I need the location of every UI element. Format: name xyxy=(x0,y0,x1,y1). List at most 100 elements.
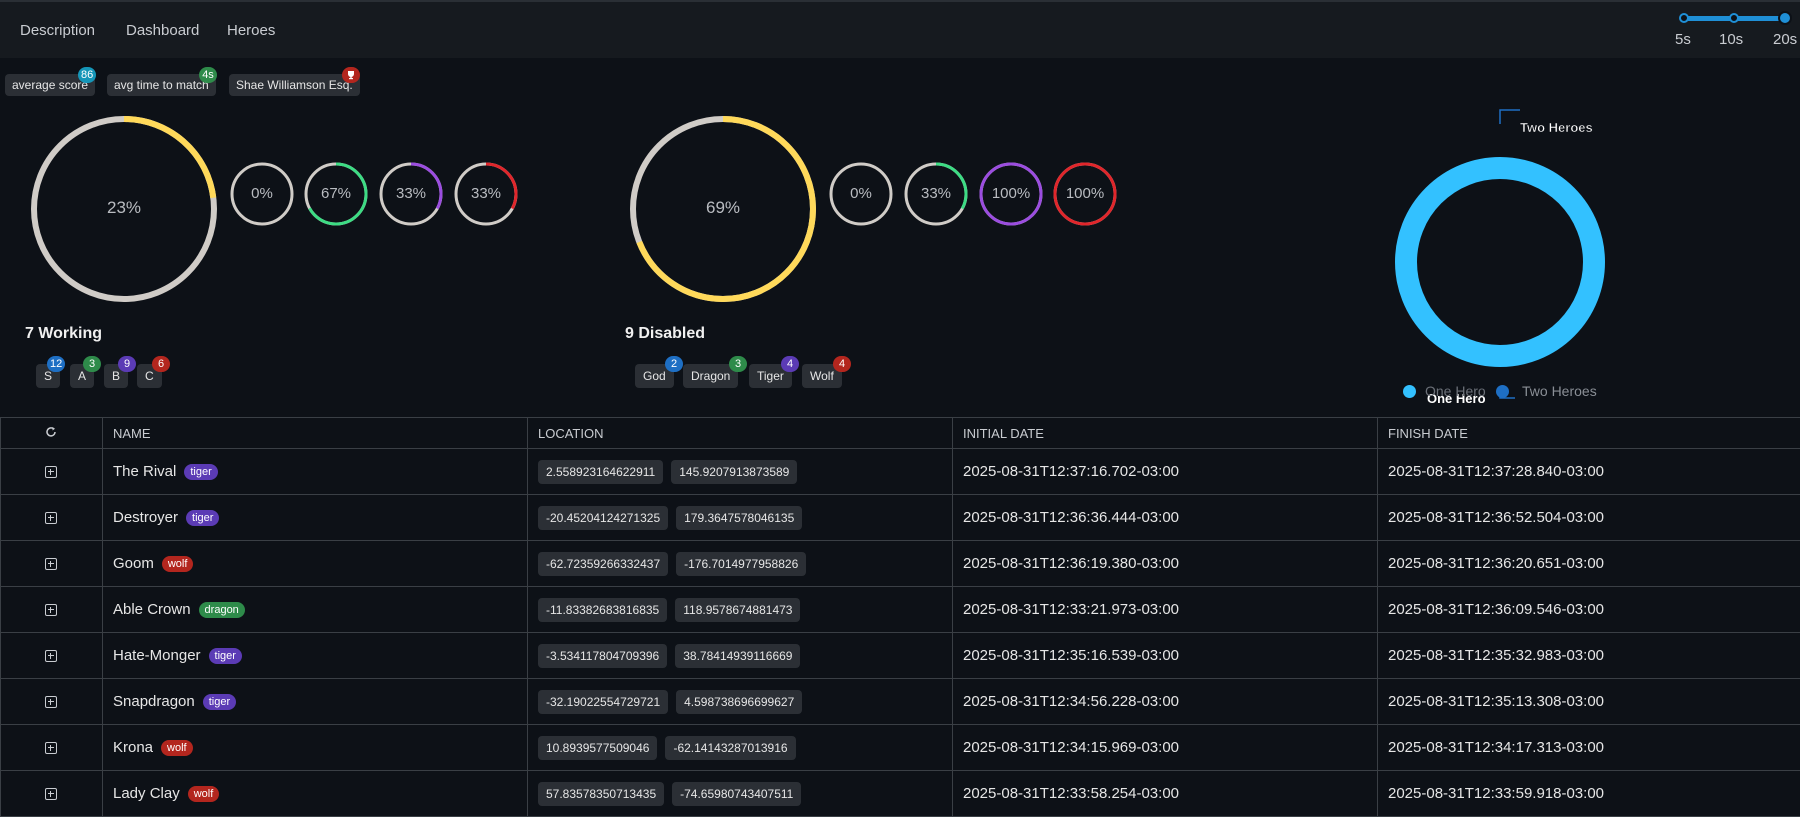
hero-name: Goom xyxy=(113,554,154,572)
expand-icon xyxy=(45,604,57,617)
hero-tag: wolf xyxy=(187,786,220,803)
donut-slices xyxy=(1395,157,1605,367)
class-wolf-badge: 4 xyxy=(833,356,851,372)
top-navbar: Description Dashboard Heroes 5s 10s 20s xyxy=(0,0,1800,58)
hero-name: Destroyer xyxy=(113,508,179,526)
expand-row-button[interactable] xyxy=(0,494,103,541)
slider-stop-5s[interactable] xyxy=(1679,13,1689,23)
class-god-label: God xyxy=(643,369,666,383)
grade-b-label: B xyxy=(112,369,121,383)
refresh-icon[interactable] xyxy=(0,417,103,449)
slider-stop-10s[interactable] xyxy=(1729,13,1739,23)
hero-name-cell: Hate-Monger tiger xyxy=(102,632,528,679)
longitude-chip: 4.598738696699627 xyxy=(676,689,803,714)
working-ring-1-label: 0% xyxy=(251,185,273,202)
nav-dashboard[interactable]: Dashboard xyxy=(126,22,199,39)
disabled-ring-2-label: 33% xyxy=(920,185,952,202)
longitude-chip: -176.7014977958826 xyxy=(676,551,807,576)
expand-row-button[interactable] xyxy=(0,586,103,633)
expand-row-button[interactable] xyxy=(0,724,103,771)
table-row: Goom wolf -62.72359266332437 -176.70149779… xyxy=(0,540,1800,587)
expand-row-button[interactable] xyxy=(0,770,103,817)
initial-date-cell: 2025-08-31T12:34:15.969-03:00 xyxy=(952,724,1378,771)
class-wolf-label: Wolf xyxy=(810,369,834,383)
initial-date-cell: 2025-08-31T12:36:19.380-03:00 xyxy=(952,540,1378,587)
donut-slice-one-hero[interactable] xyxy=(1395,157,1605,367)
expand-row-button[interactable] xyxy=(0,632,103,679)
working-main-ring-label: 23% xyxy=(106,198,142,217)
hero-name-cell: Goom wolf xyxy=(102,540,528,587)
grade-c-label: C xyxy=(145,369,154,383)
nav-heroes[interactable]: Heroes xyxy=(227,22,275,39)
expand-row-button[interactable] xyxy=(0,540,103,587)
expand-row-button[interactable] xyxy=(0,448,103,495)
working-ring-3-label: 33% xyxy=(395,185,427,202)
hero-tag: tiger xyxy=(184,464,218,481)
finish-date-cell: 2025-08-31T12:36:20.651-03:00 xyxy=(1377,540,1800,587)
location-cell: 2.558923164622911 145.9207913873589 xyxy=(527,448,953,495)
legend-label-one-hero[interactable]: One Hero xyxy=(1425,383,1486,399)
initial-date-cell: 2025-08-31T12:35:16.539-03:00 xyxy=(952,632,1378,679)
initial-date-cell: 2025-08-31T12:33:21.973-03:00 xyxy=(952,586,1378,633)
table-header-row: NAME LOCATION INITIAL DATE FINISH DATE xyxy=(0,417,1800,449)
location-cell: -3.534117804709396 38.78414939116669 xyxy=(527,632,953,679)
class-tiger-label: Tiger xyxy=(757,369,784,383)
grade-a-label: A xyxy=(78,369,87,383)
hero-name-cell: Lady Clay wolf xyxy=(102,770,528,817)
location-cell: 10.8939577509046 -62.14143287013916 xyxy=(527,724,953,771)
nav-description[interactable]: Description xyxy=(20,22,95,39)
top-player-chip: Shae Williamson Esq. xyxy=(229,74,360,96)
table-row: Krona wolf 10.8939577509046 -62.1414328701… xyxy=(0,724,1800,771)
expand-icon xyxy=(45,558,57,571)
expand-icon xyxy=(45,466,57,479)
hero-name: The Rival xyxy=(113,462,177,480)
disabled-ring-1-label: 0% xyxy=(850,185,872,202)
hero-name-cell: Krona wolf xyxy=(102,724,528,771)
longitude-chip: -74.65980743407511 xyxy=(672,781,802,806)
slider-handle[interactable] xyxy=(1778,11,1792,25)
column-header-finish-date[interactable]: FINISH DATE xyxy=(1377,417,1800,449)
column-header-location[interactable]: LOCATION xyxy=(527,417,953,449)
disabled-title: 9 Disabled xyxy=(625,325,706,342)
latitude-chip: -32.19022554729721 xyxy=(538,689,669,714)
tick-10s: 10s xyxy=(1719,31,1744,48)
initial-date-cell: 2025-08-31T12:33:58.254-03:00 xyxy=(952,770,1378,817)
finish-date-cell: 2025-08-31T12:34:17.313-03:00 xyxy=(1377,724,1800,771)
hero-tag: tiger xyxy=(202,694,237,711)
hero-tag: wolf xyxy=(161,556,194,573)
initial-date-cell: 2025-08-31T12:36:36.444-03:00 xyxy=(952,494,1378,541)
disabled-ring-3-label: 100% xyxy=(991,185,1031,202)
latitude-chip: -3.534117804709396 xyxy=(538,643,668,668)
legend-label-two-heroes[interactable]: Two Heroes xyxy=(1522,383,1597,399)
class-god-badge: 2 xyxy=(665,356,683,372)
location-cell: -20.45204124271325 179.3647578046135 xyxy=(527,494,953,541)
finish-date-cell: 2025-08-31T12:35:32.983-03:00 xyxy=(1377,632,1800,679)
disabled-main-ring-label: 69% xyxy=(705,198,741,217)
location-cell: -11.83382683816835 118.9578674881473 xyxy=(527,586,953,633)
latitude-chip: -11.83382683816835 xyxy=(538,597,668,622)
heroes-table: NAME LOCATION INITIAL DATE FINISH DATE T… xyxy=(0,417,1800,817)
working-title: 7 Working xyxy=(25,325,103,342)
expand-row-button[interactable] xyxy=(0,678,103,725)
hero-name-cell: Destroyer tiger xyxy=(102,494,528,541)
expand-icon xyxy=(45,512,57,525)
column-header-initial-date[interactable]: INITIAL DATE xyxy=(952,417,1378,449)
latitude-chip: -20.45204124271325 xyxy=(538,505,669,530)
legend-swatch-one-hero xyxy=(1403,385,1416,398)
hero-name-cell: Snapdragon tiger xyxy=(102,678,528,725)
class-dragon-badge: 3 xyxy=(729,356,747,372)
trophy-icon xyxy=(342,67,360,83)
longitude-chip: 179.3647578046135 xyxy=(676,505,803,530)
initial-date-cell: 2025-08-31T12:34:56.228-03:00 xyxy=(952,678,1378,725)
average-score-badge: 86 xyxy=(78,67,97,83)
expand-icon xyxy=(45,742,57,755)
expand-icon xyxy=(45,650,57,663)
annotation-leader-top xyxy=(1499,109,1520,124)
grade-s-badge: 12 xyxy=(47,356,66,372)
avg-time-badge: 4s xyxy=(199,67,217,83)
hero-name: Snapdragon xyxy=(113,692,195,710)
column-header-name[interactable]: NAME xyxy=(102,417,528,449)
latitude-chip: 57.83578350713435 xyxy=(538,781,665,806)
grade-a-badge: 3 xyxy=(83,356,101,372)
interval-slider[interactable]: 5s 10s 20s xyxy=(1675,10,1800,50)
